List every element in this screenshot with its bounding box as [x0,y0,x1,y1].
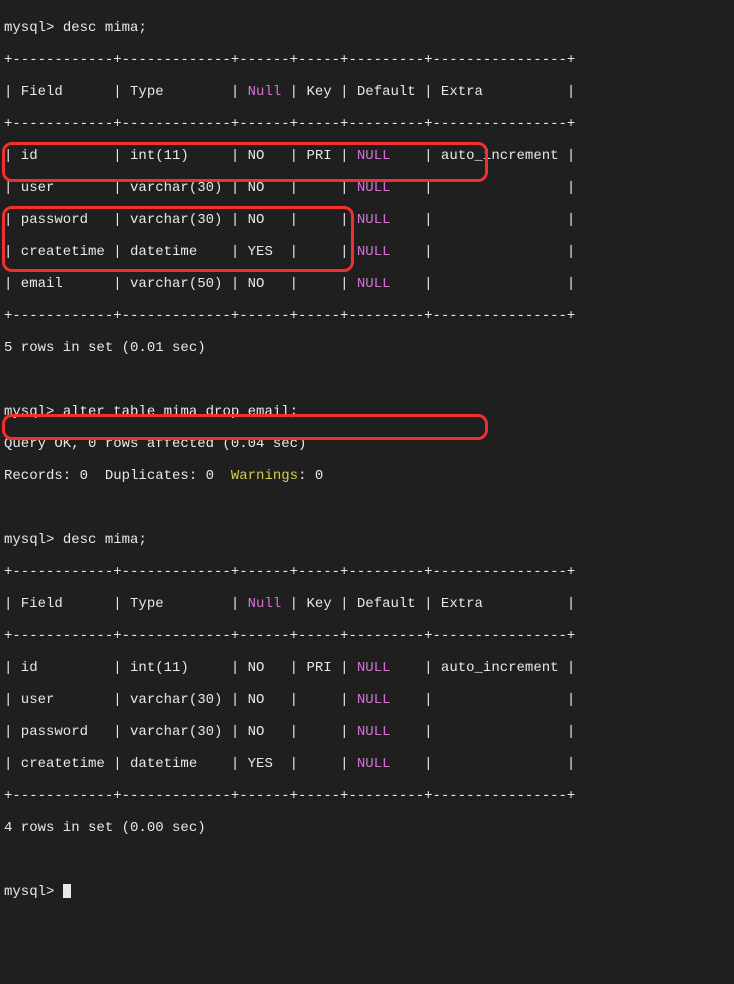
table-row: | createtime | datetime | YES | | NULL |… [4,244,732,260]
table-border: +------------+-------------+------+-----… [4,788,732,804]
result-line: Records: 0 Duplicates: 0 Warnings: 0 [4,468,732,484]
result-line: Query OK, 0 rows affected (0.04 sec) [4,436,732,452]
cmd-line: mysql> desc mima; [4,532,732,548]
summary: 4 rows in set (0.00 sec) [4,820,732,836]
prompt-line[interactable]: mysql> [4,884,732,900]
table-row: | id | int(11) | NO | PRI | NULL | auto_… [4,148,732,164]
table-border: +------------+-------------+------+-----… [4,308,732,324]
table-row: | email | varchar(50) | NO | | NULL | | [4,276,732,292]
terminal[interactable]: mysql> desc mima; +------------+--------… [0,0,734,984]
table-row: | createtime | datetime | YES | | NULL |… [4,756,732,772]
cmd-line: mysql> desc mima; [4,20,732,36]
table-row: | password | varchar(30) | NO | | NULL |… [4,724,732,740]
cmd-line: mysql> alter table mima drop email; [4,404,732,420]
table-header: | Field | Type | Null | Key | Default | … [4,596,732,612]
table-border: +------------+-------------+------+-----… [4,628,732,644]
cursor-icon [63,884,71,898]
blank [4,372,732,388]
blank [4,500,732,516]
table-row: | user | varchar(30) | NO | | NULL | | [4,180,732,196]
blank [4,852,732,868]
table-row: | user | varchar(30) | NO | | NULL | | [4,692,732,708]
table-row: | id | int(11) | NO | PRI | NULL | auto_… [4,660,732,676]
table-border: +------------+-------------+------+-----… [4,564,732,580]
table-border: +------------+-------------+------+-----… [4,116,732,132]
table-row: | password | varchar(30) | NO | | NULL |… [4,212,732,228]
table-header: | Field | Type | Null | Key | Default | … [4,84,732,100]
table-border: +------------+-------------+------+-----… [4,52,732,68]
summary: 5 rows in set (0.01 sec) [4,340,732,356]
